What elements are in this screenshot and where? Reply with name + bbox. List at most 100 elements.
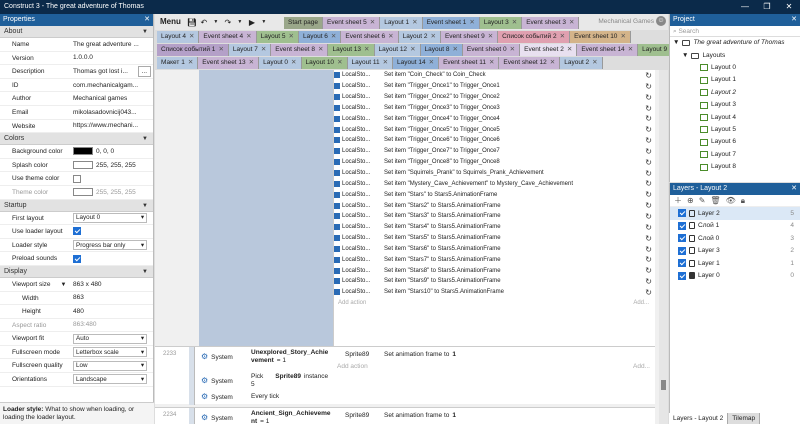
tab-layout-14[interactable]: Layout 14 ✕ [393, 57, 440, 69]
action-row[interactable]: LocalSto... Set item "Stars3" to Stars5.A… [334, 211, 655, 222]
action-row[interactable]: LocalSto... Set item "Trigger_Once1" to T… [334, 81, 655, 92]
property-value[interactable] [70, 252, 153, 265]
color-swatch[interactable] [73, 188, 93, 197]
tab-tilemap[interactable]: Tilemap [728, 413, 761, 424]
close-icon[interactable]: ✕ [144, 14, 150, 26]
tree-item-layout-7[interactable]: Layout 7 [670, 149, 800, 161]
color-swatch[interactable] [73, 147, 93, 156]
property-value[interactable]: Letterbox scale ▾ [70, 346, 153, 359]
close-icon[interactable]: ✕ [364, 46, 369, 53]
property-value[interactable]: mikolasadovnicij043... [70, 106, 153, 119]
action-row[interactable]: LocalSto... Set item "Trigger_Once3" to T… [334, 103, 655, 114]
property-value[interactable]: Low ▾ [70, 359, 153, 372]
property-value[interactable]: 1.0.0.0 [70, 52, 153, 65]
chevron-down-icon[interactable]: ▼ [142, 26, 148, 38]
chevron-down-icon[interactable]: ▼ [682, 50, 688, 62]
tab-layers[interactable]: Layers - Layout 2 [669, 413, 729, 424]
add-action-link[interactable]: Add action Add... [334, 298, 655, 308]
close-icon[interactable]: ✕ [370, 19, 375, 26]
action-row[interactable]: LocalSto... Set item "Trigger_Once2" to T… [334, 92, 655, 103]
checkbox[interactable] [73, 174, 81, 183]
close-icon[interactable]: ✕ [429, 59, 434, 66]
undo-icon[interactable]: ↶ [198, 18, 210, 27]
close-icon[interactable]: ✕ [469, 19, 474, 26]
refresh-icon[interactable]: ↻ [645, 190, 652, 200]
refresh-icon[interactable]: ↻ [645, 82, 652, 92]
tab-layout-11[interactable]: Layout 11 ✕ [347, 57, 394, 69]
tree-item-layout-3[interactable]: Layout 3 [670, 99, 800, 111]
close-icon[interactable]: ✕ [592, 59, 597, 66]
play-icon[interactable]: ▶ [246, 18, 258, 27]
eye-icon[interactable]: 👁︎ [726, 196, 736, 205]
close-icon[interactable]: ✕ [261, 46, 266, 53]
refresh-icon[interactable]: ↻ [645, 255, 652, 265]
tab-event-sheet-6[interactable]: Event sheet 6 ✕ [341, 31, 399, 43]
visible-checkbox[interactable] [678, 209, 686, 218]
refresh-icon[interactable]: ↻ [645, 125, 652, 135]
action-row[interactable]: LocalSto... Set item "Trigger_Once6" to T… [334, 135, 655, 146]
property-value[interactable] [70, 172, 153, 185]
property-value[interactable]: Thomas got lost i...... [70, 65, 153, 78]
property-value[interactable]: 863 [70, 292, 153, 305]
condition-system[interactable]: ⚙ System [201, 414, 233, 423]
tab-event-sheet-1[interactable]: Event sheet 1 ✕ [422, 17, 480, 29]
more-button[interactable]: ... [137, 65, 151, 77]
close-icon[interactable]: ✕ [410, 46, 415, 53]
tab-event-sheet-12[interactable]: Event sheet 12 ✕ [499, 57, 561, 69]
event-block[interactable]: 2234 ⚙ System Ancient_Sign_Achieveme nt = 1 S… [155, 407, 655, 424]
close-icon[interactable]: ✕ [188, 59, 193, 66]
action-text[interactable]: Set animation frame to 1 [384, 412, 456, 420]
tab-event-sheet-0[interactable]: Event sheet 0 ✕ [462, 44, 521, 56]
close-icon[interactable]: ✕ [628, 46, 633, 53]
refresh-icon[interactable]: ↻ [645, 277, 652, 287]
tab-event-sheet-3[interactable]: Event sheet 3 ✕ [522, 17, 580, 29]
action-row[interactable]: LocalSto... Set item "Stars2" to Stars5.A… [334, 200, 655, 211]
close-icon[interactable]: ✕ [249, 59, 254, 66]
visible-checkbox[interactable] [678, 271, 686, 280]
lock-icon[interactable] [689, 272, 695, 280]
tree-item-layout-4[interactable]: Layout 4 [670, 111, 800, 123]
refresh-icon[interactable]: ↻ [645, 234, 652, 244]
condition-system[interactable]: ⚙ System [201, 353, 233, 362]
property-value[interactable]: 0, 0, 0 [70, 145, 153, 158]
close-icon[interactable]: ✕ [560, 33, 565, 40]
tab-layout-6[interactable]: Layout 6 ✕ [298, 31, 342, 43]
close-icon[interactable]: ✕ [246, 33, 251, 40]
add-short-link[interactable]: Add... [633, 363, 650, 371]
section-startup[interactable]: Startup ▼ [0, 199, 153, 212]
layer-row[interactable]: Слой 0 3 [670, 232, 800, 245]
close-icon[interactable]: ✕ [569, 19, 574, 26]
chevron-down-icon[interactable]: ▼ [673, 37, 679, 49]
refresh-icon[interactable]: ↻ [645, 114, 652, 124]
tree-root[interactable]: ▼ The great adventure of Thomas [670, 37, 800, 49]
event-handle[interactable] [189, 347, 195, 405]
tree-folder-layouts[interactable]: ▼ Layouts [670, 49, 800, 61]
action-row[interactable]: LocalSto... Set item "Coin_Check" to Coin… [334, 70, 655, 81]
select-dropdown[interactable]: Landscape ▾ [73, 374, 147, 385]
refresh-icon[interactable]: ↻ [645, 212, 652, 222]
maximize-icon[interactable]: ❐ [756, 0, 778, 14]
action-row[interactable]: LocalSto... Set item "Mystery_Cave_Achiev… [334, 178, 655, 189]
layer-row[interactable]: Layer 0 0 [670, 270, 800, 283]
close-icon[interactable]: ✕ [512, 19, 517, 26]
property-value[interactable]: 863 x 480 [70, 278, 153, 291]
tab-event-sheet-14[interactable]: Event sheet 14 ✕ [577, 44, 639, 56]
close-icon[interactable]: ✕ [218, 46, 223, 53]
refresh-icon[interactable]: ↻ [645, 223, 652, 233]
refresh-icon[interactable]: ↻ [645, 136, 652, 146]
tree-item-layout-8[interactable]: Layout 8 [670, 161, 800, 173]
property-value[interactable]: com.mechanicalgam... [70, 79, 153, 92]
tab-макет-1[interactable]: Макет 1 ✕ [157, 57, 199, 69]
lock-icon[interactable] [689, 234, 695, 242]
close-icon[interactable]: ✕ [778, 0, 800, 14]
property-value[interactable]: 255, 255, 255 [70, 159, 153, 172]
close-icon[interactable]: ✕ [791, 14, 797, 26]
delete-icon[interactable]: 🗑︎ [710, 196, 720, 205]
close-icon[interactable]: ✕ [383, 59, 388, 66]
chevron-down-icon[interactable]: ▼ [210, 19, 222, 25]
property-value[interactable]: The great adventure ... [70, 38, 153, 51]
action-row[interactable]: LocalSto... Set item "Stars8" to Stars5.A… [334, 265, 655, 276]
tab-layout-0[interactable]: Layout 0 ✕ [259, 57, 302, 69]
close-icon[interactable]: ✕ [431, 33, 436, 40]
property-value[interactable]: Auto ▾ [70, 332, 153, 345]
